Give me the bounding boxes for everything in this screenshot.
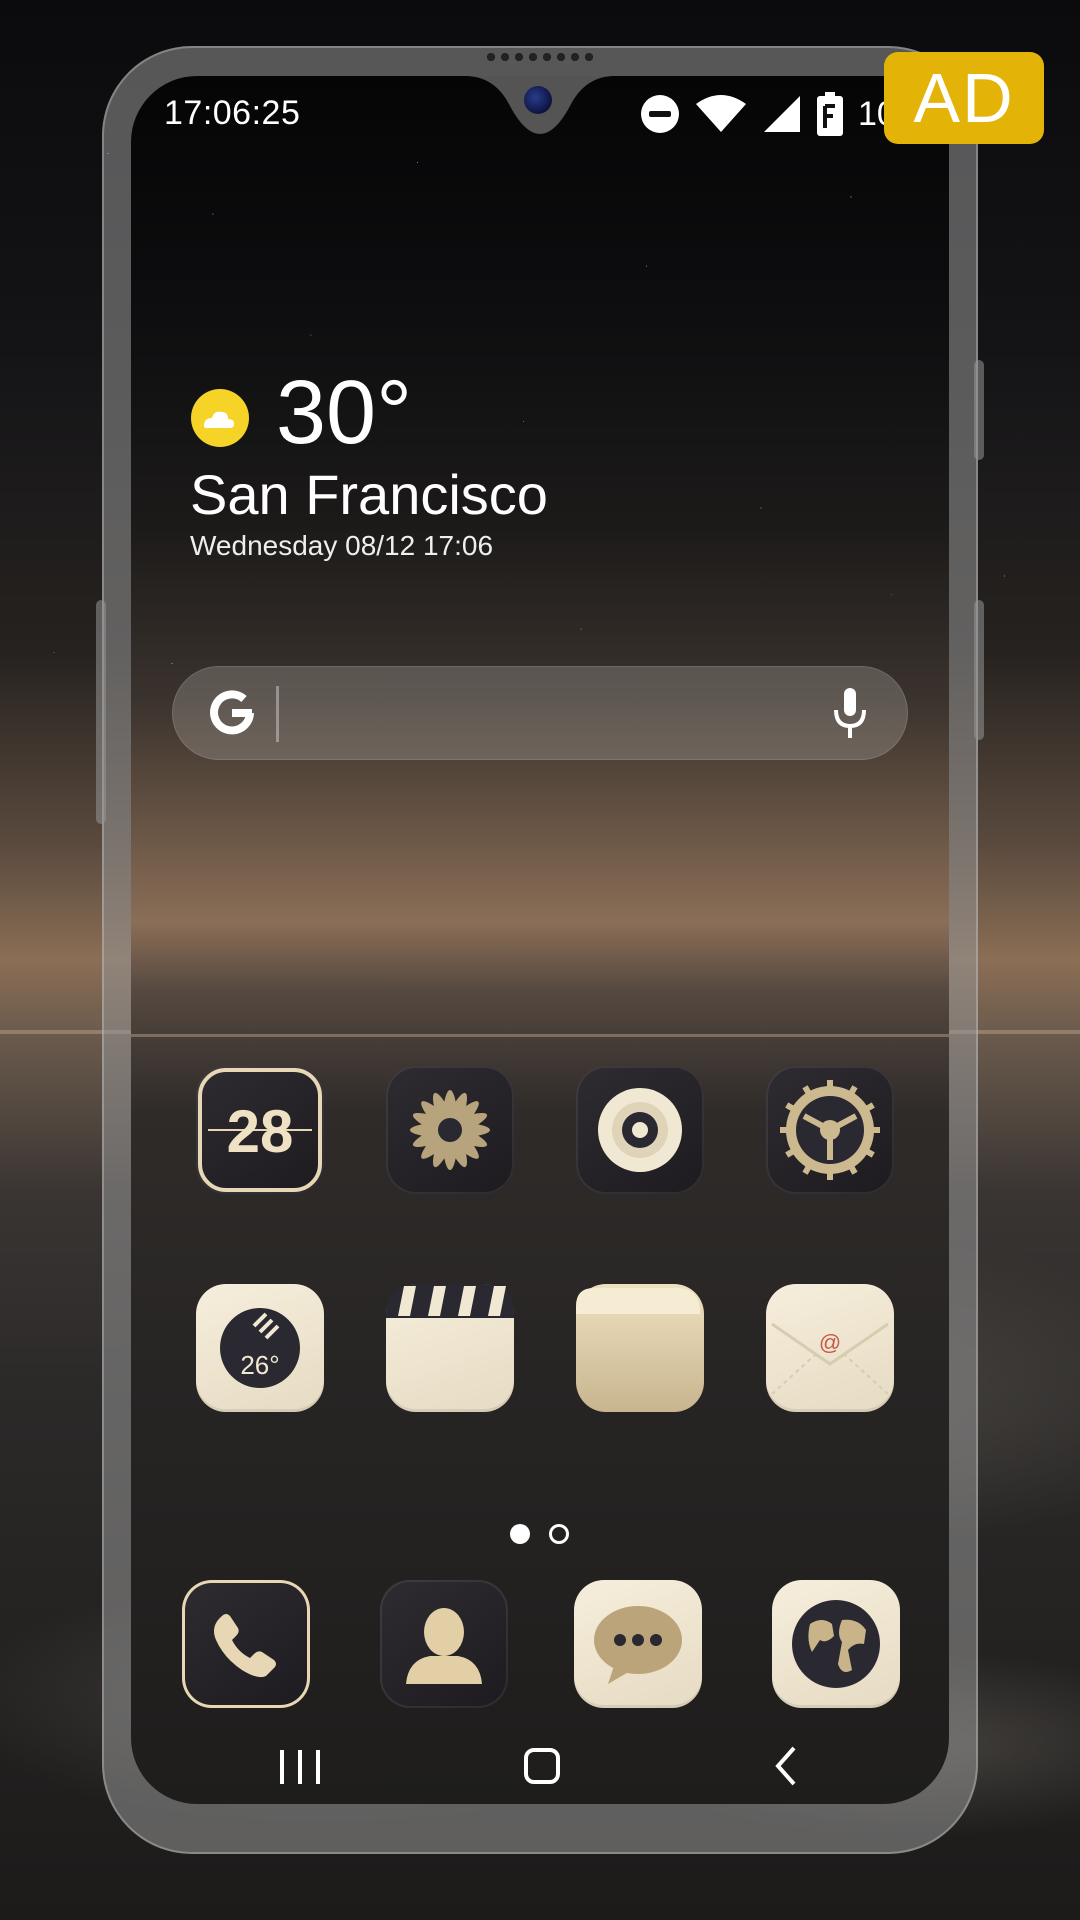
video-app-icon[interactable] bbox=[386, 1284, 514, 1412]
weather-app-icon[interactable]: 26° bbox=[196, 1284, 324, 1412]
do-not-disturb-icon bbox=[641, 95, 679, 133]
ad-badge[interactable]: AD bbox=[884, 52, 1044, 144]
volume-button bbox=[96, 600, 106, 824]
clapperboard-glyph bbox=[386, 1284, 514, 1318]
wifi-icon bbox=[696, 95, 746, 132]
flower-glyph bbox=[410, 1090, 490, 1170]
speaker-grille bbox=[484, 52, 596, 62]
weather-dial-glyph: 26° bbox=[220, 1308, 300, 1388]
calendar-glyph: 28 bbox=[198, 1068, 322, 1192]
recents-icon bbox=[280, 1750, 320, 1784]
weather-temperature[interactable]: 30° bbox=[276, 362, 412, 465]
screen-horizon bbox=[131, 1034, 949, 1037]
contacts-app-icon[interactable] bbox=[380, 1580, 508, 1708]
bixby-button bbox=[974, 600, 984, 740]
recents-button[interactable] bbox=[270, 1742, 330, 1792]
files-app-icon[interactable] bbox=[576, 1284, 704, 1412]
power-button bbox=[974, 360, 984, 460]
handset-glyph bbox=[214, 1614, 276, 1678]
globe-glyph bbox=[792, 1600, 880, 1688]
email-at-symbol: @ bbox=[819, 1330, 841, 1355]
home-icon bbox=[524, 1748, 560, 1784]
gallery-app-icon[interactable] bbox=[386, 1066, 514, 1194]
signal-icon bbox=[764, 96, 800, 132]
weather-datetime[interactable]: Wednesday 08/12 17:06 bbox=[190, 530, 493, 562]
weather-app-temp: 26° bbox=[240, 1350, 279, 1380]
person-glyph bbox=[406, 1608, 482, 1684]
email-app-icon[interactable]: @ bbox=[766, 1284, 894, 1412]
front-camera bbox=[524, 86, 552, 114]
folder-glyph bbox=[576, 1288, 700, 1314]
screen-stars bbox=[131, 76, 949, 1804]
envelope-glyph: @ bbox=[771, 1322, 889, 1395]
page-indicator-2[interactable] bbox=[549, 1524, 569, 1544]
status-time: 17:06:25 bbox=[164, 94, 301, 132]
page-indicator-1[interactable] bbox=[510, 1524, 530, 1544]
settings-app-icon[interactable] bbox=[766, 1066, 894, 1194]
lens-glyph bbox=[598, 1088, 682, 1172]
battery-icon bbox=[817, 92, 843, 136]
phone-app-icon[interactable] bbox=[182, 1580, 310, 1708]
back-button[interactable] bbox=[758, 1742, 818, 1792]
status-icons: 100 bbox=[640, 90, 915, 138]
back-icon bbox=[775, 1746, 796, 1786]
phone-screen bbox=[131, 76, 949, 1804]
messages-app-icon[interactable] bbox=[574, 1580, 702, 1708]
search-cursor bbox=[276, 686, 279, 742]
gear-glyph bbox=[780, 1080, 880, 1180]
camera-app-icon[interactable] bbox=[576, 1066, 704, 1194]
chat-bubble-glyph bbox=[594, 1606, 682, 1684]
google-g-icon[interactable] bbox=[202, 683, 262, 743]
microphone-icon[interactable] bbox=[830, 686, 870, 742]
browser-app-icon[interactable] bbox=[772, 1580, 900, 1708]
google-search-bar[interactable] bbox=[172, 666, 908, 760]
calendar-app-icon[interactable]: 28 bbox=[196, 1066, 324, 1194]
partly-cloudy-icon[interactable] bbox=[190, 388, 250, 448]
calendar-day: 28 bbox=[227, 1098, 294, 1165]
weather-city[interactable]: San Francisco bbox=[190, 462, 548, 527]
home-button[interactable] bbox=[512, 1742, 572, 1792]
